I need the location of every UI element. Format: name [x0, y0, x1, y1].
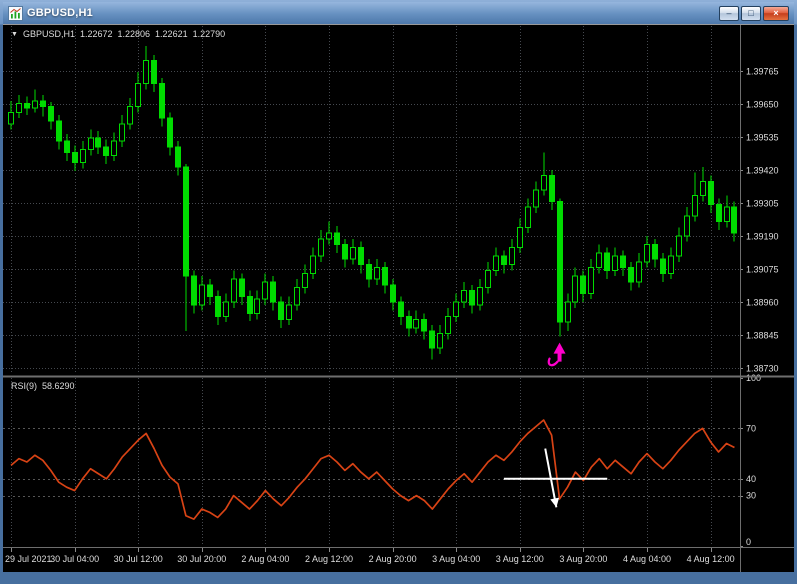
svg-text:2 Aug 12:00: 2 Aug 12:00 [305, 554, 353, 564]
close-icon: × [773, 8, 779, 18]
maximize-button[interactable]: □ [741, 5, 761, 21]
svg-text:1.38845: 1.38845 [746, 331, 779, 341]
window-titlebar[interactable]: GBPUSD,H1 – □ × [3, 2, 794, 24]
svg-text:1.39075: 1.39075 [746, 265, 779, 275]
svg-text:0: 0 [746, 537, 751, 547]
svg-text:100: 100 [746, 373, 761, 383]
svg-text:1.39650: 1.39650 [746, 100, 779, 110]
chart-window-icon [8, 5, 23, 21]
svg-text:3 Aug 12:00: 3 Aug 12:00 [496, 554, 544, 564]
svg-text:1.38730: 1.38730 [746, 364, 779, 374]
close-button[interactable]: × [763, 5, 789, 21]
svg-text:70: 70 [746, 423, 756, 433]
svg-text:1.39535: 1.39535 [746, 133, 779, 143]
svg-text:1.39765: 1.39765 [746, 67, 779, 77]
svg-text:3 Aug 04:00: 3 Aug 04:00 [432, 554, 480, 564]
maximize-icon: □ [748, 8, 754, 18]
minimize-button[interactable]: – [719, 5, 739, 21]
chart-client-area: 1.39765 1.39650 1.39535 1.39420 1.39305 1.391… [3, 24, 794, 572]
window-title: GBPUSD,H1 [27, 7, 93, 19]
svg-text:2 Aug 04:00: 2 Aug 04:00 [241, 554, 289, 564]
svg-text:1.39305: 1.39305 [746, 199, 779, 209]
svg-text:30 Jul 04:00: 30 Jul 04:00 [50, 554, 99, 564]
svg-text:40: 40 [746, 474, 756, 484]
svg-text:1.38960: 1.38960 [746, 298, 779, 308]
chart-canvas[interactable]: 1.39765 1.39650 1.39535 1.39420 1.39305 1.391… [3, 24, 794, 572]
svg-text:4 Aug 12:00: 4 Aug 12:00 [687, 554, 735, 564]
svg-text:2 Aug 20:00: 2 Aug 20:00 [369, 554, 417, 564]
svg-text:1.39420: 1.39420 [746, 166, 779, 176]
svg-text:30 Jul 12:00: 30 Jul 12:00 [114, 554, 163, 564]
svg-text:29 Jul 2021: 29 Jul 2021 [5, 554, 52, 564]
svg-text:1.39190: 1.39190 [746, 232, 779, 242]
svg-text:4 Aug 04:00: 4 Aug 04:00 [623, 554, 671, 564]
svg-text:3 Aug 20:00: 3 Aug 20:00 [559, 554, 607, 564]
svg-text:30 Jul 20:00: 30 Jul 20:00 [177, 554, 226, 564]
chart-window: GBPUSD,H1 – □ × 1.39765 1.39650 1.39535 1.3… [0, 0, 797, 584]
window-controls: – □ × [719, 5, 791, 21]
svg-text:30: 30 [746, 491, 756, 501]
chevron-down-icon[interactable]: ▼ [11, 31, 18, 38]
minimize-icon: – [726, 8, 732, 18]
